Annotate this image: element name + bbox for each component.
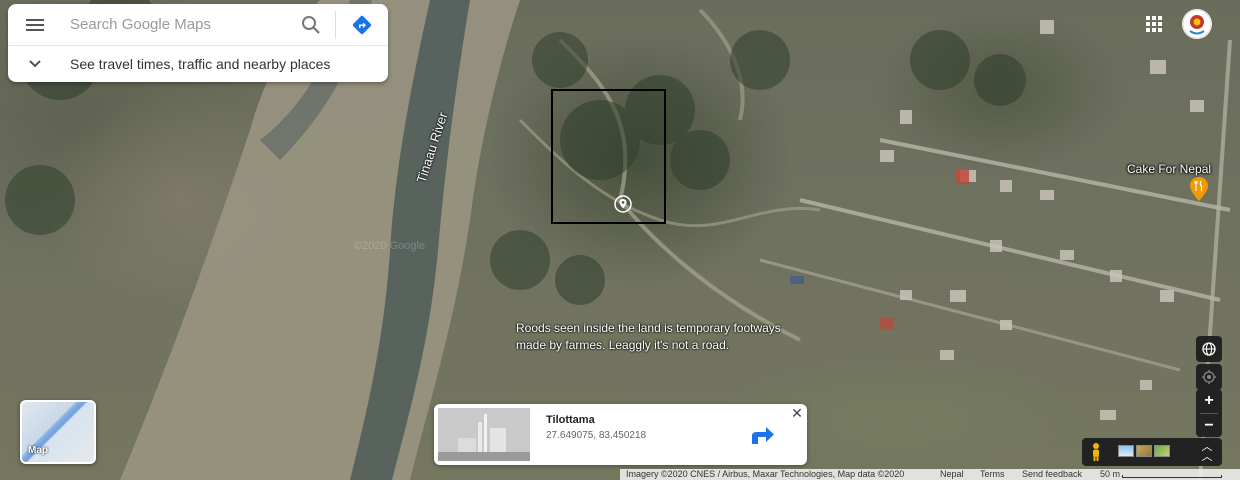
terms-link[interactable]: Terms (980, 469, 1005, 480)
imagery-thumbnail-3[interactable] (1154, 445, 1170, 457)
avatar[interactable] (1182, 9, 1212, 39)
annotation-line-2: made by farmes. Leaggly it's not a road. (516, 338, 730, 352)
place-coordinates: 27.649075, 83.450218 (546, 430, 647, 441)
zoom-controls: + − (1196, 389, 1222, 437)
zoom-out-button[interactable]: − (1196, 414, 1222, 438)
travel-times-row[interactable]: See travel times, traffic and nearby pla… (8, 46, 388, 82)
imagery-thumbnail-2[interactable] (1136, 445, 1152, 457)
my-location-button[interactable] (1196, 364, 1222, 390)
zoom-in-button[interactable]: + (1196, 389, 1222, 413)
expand-toggle[interactable] (8, 59, 62, 69)
place-label[interactable]: Cake For Nepal (1127, 162, 1211, 176)
directions-to-place-button[interactable] (748, 422, 778, 448)
scale-label: 50 m (1100, 469, 1121, 479)
directions-icon (352, 15, 372, 34)
place-info-card[interactable]: Tilottama 27.649075, 83.450218 ✕ (434, 404, 807, 465)
send-feedback-link[interactable]: Send feedback (1022, 469, 1082, 480)
pegman-button[interactable] (1086, 442, 1106, 462)
chevron-down-icon (29, 60, 41, 68)
apps-grid-icon (1146, 16, 1162, 32)
chevron-up-icon: ︿ ︿ (1201, 441, 1213, 463)
hamburger-icon (26, 18, 44, 31)
travel-times-text: See travel times, traffic and nearby pla… (70, 56, 331, 72)
close-button[interactable]: ✕ (790, 406, 804, 420)
search-card: See travel times, traffic and nearby pla… (8, 4, 388, 82)
directions-button[interactable] (342, 7, 382, 43)
globe-button[interactable] (1196, 336, 1222, 362)
layer-toggle[interactable]: Map (20, 400, 96, 464)
pegman-icon (1093, 443, 1099, 461)
place-title: Tilottama (546, 414, 595, 426)
country-label: Nepal (940, 469, 964, 479)
place-thumbnail[interactable] (438, 408, 530, 461)
search-input[interactable] (62, 9, 293, 40)
imagery-thumbnails (1118, 445, 1170, 457)
annotation-note: Roods seen inside the land is temporary … (516, 320, 836, 354)
close-icon: ✕ (791, 405, 803, 421)
my-location-icon (1202, 370, 1216, 384)
search-button[interactable] (293, 7, 329, 43)
menu-button[interactable] (8, 4, 62, 46)
search-icon (302, 15, 320, 34)
imagery-credit: Imagery ©2020 CNES / Airbus, Maxar Techn… (626, 469, 905, 479)
expand-imagery-button[interactable]: ︿ ︿ (1198, 441, 1216, 463)
search-row (8, 4, 388, 46)
search-divider (335, 10, 336, 39)
globe-icon (1202, 342, 1216, 356)
directions-icon (752, 427, 774, 444)
map-watermark: ©2020 Google (354, 240, 426, 252)
imagery-thumbnail-1[interactable] (1118, 445, 1134, 457)
annotation-line-1: Roods seen inside the land is temporary … (516, 321, 781, 335)
selection-box (551, 89, 666, 224)
scale-bar (1122, 475, 1222, 478)
apps-button[interactable] (1144, 14, 1164, 34)
layer-toggle-label: Map (28, 445, 48, 456)
attribution-bar: Imagery ©2020 CNES / Airbus, Maxar Techn… (620, 469, 1240, 480)
